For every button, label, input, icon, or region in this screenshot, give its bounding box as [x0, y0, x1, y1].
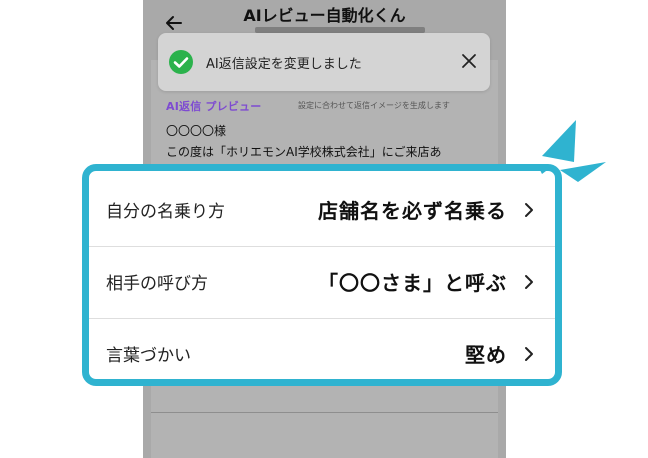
settings-card: 自分の名乗り方 店舗名を必ず名乗る 相手の呼び方 「〇〇さま」と呼ぶ 言葉づかい…	[82, 164, 562, 386]
setting-label: 自分の名乗り方	[106, 202, 225, 222]
preview-recipient: 〇〇〇〇様	[166, 124, 227, 138]
preview-note: 設定に合わせて返信イメージを生成します	[298, 101, 450, 110]
setting-row-tone[interactable]: 言葉づかい 堅め	[89, 318, 555, 389]
preview-label: AI返信 プレビュー	[166, 100, 262, 113]
setting-label: 言葉づかい	[106, 346, 191, 366]
preview-body: この度は「ホリエモンAI学校株式会社」にご来店あ	[166, 145, 442, 159]
app-title: AIレビュー自動化くん	[243, 6, 406, 25]
check-circle-icon	[169, 50, 193, 74]
chevron-right-icon	[525, 202, 533, 217]
setting-row-address-customer[interactable]: 相手の呼び方 「〇〇さま」と呼ぶ	[89, 246, 555, 317]
toast-message: AI返信設定を変更しました	[206, 56, 362, 72]
chevron-right-icon	[525, 274, 533, 289]
success-toast: AI返信設定を変更しました	[158, 33, 490, 91]
close-icon[interactable]	[460, 52, 478, 70]
setting-value: 店舗名を必ず名乗る	[318, 199, 507, 223]
setting-value: 「〇〇さま」と呼ぶ	[318, 271, 507, 295]
setting-row-self-introduction[interactable]: 自分の名乗り方 店舗名を必ず名乗る	[89, 174, 555, 245]
setting-value: 堅め	[465, 343, 507, 367]
setting-label: 相手の呼び方	[106, 274, 208, 294]
chevron-right-icon	[525, 346, 533, 361]
divider	[151, 412, 498, 413]
back-arrow-icon[interactable]	[165, 14, 183, 32]
sparkle-icon	[538, 120, 606, 182]
